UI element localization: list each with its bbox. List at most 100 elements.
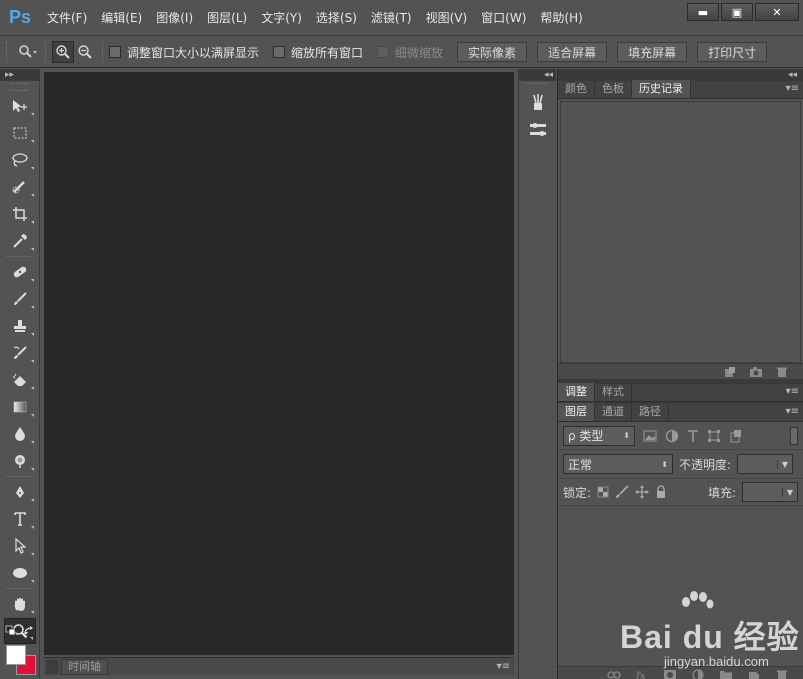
dock-grip[interactable] bbox=[527, 83, 548, 87]
lasso-tool-icon[interactable] bbox=[4, 147, 36, 173]
new-layer-icon[interactable] bbox=[747, 669, 761, 679]
new-adjustment-layer-icon[interactable] bbox=[691, 668, 705, 679]
pen-tool-icon[interactable] bbox=[4, 479, 36, 505]
print-size-button[interactable]: 打印尺寸 bbox=[697, 42, 768, 62]
filter-adjustment-icon[interactable] bbox=[665, 429, 679, 443]
ellipse-tool-icon[interactable] bbox=[4, 560, 36, 586]
filter-shape-icon[interactable] bbox=[707, 429, 721, 443]
path-selection-tool-icon[interactable] bbox=[4, 533, 36, 559]
delete-layer-icon[interactable] bbox=[775, 669, 789, 679]
opacity-field[interactable]: ▼ bbox=[737, 454, 794, 474]
resize-windows-checkbox[interactable]: 调整窗口大小以满屏显示 bbox=[109, 44, 259, 61]
eyedropper-tool-icon[interactable] bbox=[4, 228, 36, 254]
zoom-in-icon[interactable] bbox=[52, 41, 74, 63]
new-document-from-state-icon[interactable] bbox=[723, 366, 737, 378]
tab-channels[interactable]: 通道 bbox=[595, 403, 632, 421]
zoom-tool-preset-icon[interactable] bbox=[17, 41, 39, 63]
tab-history[interactable]: 历史记录 bbox=[632, 80, 691, 98]
menu-image[interactable]: 图像(I) bbox=[149, 0, 200, 36]
add-layer-style-icon[interactable]: fx bbox=[635, 669, 649, 679]
chevron-down-icon[interactable]: ▼ bbox=[781, 487, 793, 497]
new-group-icon[interactable] bbox=[719, 669, 733, 679]
fit-screen-button[interactable]: 适合屏幕 bbox=[537, 42, 608, 62]
tab-adjustments[interactable]: 调整 bbox=[558, 383, 595, 401]
history-brush-tool-icon[interactable] bbox=[4, 340, 36, 366]
crop-tool-icon[interactable] bbox=[4, 201, 36, 227]
lock-all-icon[interactable] bbox=[655, 485, 667, 499]
tab-paths[interactable]: 路径 bbox=[632, 403, 669, 421]
minimize-button[interactable]: ▬ bbox=[687, 3, 719, 21]
filter-smart-object-icon[interactable] bbox=[729, 429, 743, 443]
menu-type[interactable]: 文字(Y) bbox=[254, 0, 309, 36]
menu-edit[interactable]: 编辑(E) bbox=[94, 0, 149, 36]
history-panel-menu-icon[interactable]: ▾≡ bbox=[786, 83, 799, 94]
lock-image-pixels-icon[interactable] bbox=[615, 485, 629, 499]
timeline-tab[interactable]: 时间轴 bbox=[61, 658, 108, 675]
checkbox-box[interactable] bbox=[377, 46, 390, 58]
add-layer-mask-icon[interactable] bbox=[663, 669, 677, 679]
menu-filter[interactable]: 滤镜(T) bbox=[364, 0, 419, 36]
foreground-color-swatch[interactable] bbox=[6, 645, 26, 665]
close-button[interactable]: ✕ bbox=[755, 3, 799, 21]
spot-healing-brush-tool-icon[interactable] bbox=[4, 259, 36, 285]
fill-field[interactable]: ▼ bbox=[742, 482, 798, 502]
brush-presets-icon[interactable] bbox=[521, 89, 555, 115]
gradient-tool-icon[interactable] bbox=[4, 394, 36, 420]
delete-state-icon[interactable] bbox=[775, 366, 789, 378]
blend-mode-select[interactable]: 正常 ⬍ bbox=[563, 454, 673, 474]
filter-type-icon[interactable] bbox=[687, 429, 699, 443]
brush-tool-icon[interactable] bbox=[4, 286, 36, 312]
tab-swatches[interactable]: 色板 bbox=[595, 80, 632, 98]
actual-pixels-button[interactable]: 实际像素 bbox=[457, 42, 528, 62]
type-tool-icon[interactable] bbox=[4, 506, 36, 532]
fill-screen-button[interactable]: 填充屏幕 bbox=[617, 42, 688, 62]
menu-select[interactable]: 选择(S) bbox=[309, 0, 364, 36]
filter-toggle-switch[interactable] bbox=[790, 426, 798, 445]
layer-filter-type-select[interactable]: ρ 类型 ⬍ bbox=[563, 425, 635, 446]
menu-file[interactable]: 文件(F) bbox=[40, 0, 94, 36]
tab-layers[interactable]: 图层 bbox=[558, 403, 595, 421]
checkbox-box[interactable] bbox=[109, 46, 121, 58]
menu-help[interactable]: 帮助(H) bbox=[533, 0, 589, 36]
dodge-tool-icon[interactable] bbox=[4, 448, 36, 474]
layers-list[interactable] bbox=[558, 506, 803, 666]
lock-transparent-pixels-icon[interactable] bbox=[597, 486, 609, 498]
clone-stamp-tool-icon[interactable] bbox=[4, 313, 36, 339]
history-panel-body[interactable] bbox=[560, 101, 801, 363]
blend-mode-row: 正常 ⬍ 不透明度: ▼ bbox=[558, 450, 803, 478]
layers-panel-menu-icon[interactable]: ▾≡ bbox=[786, 406, 799, 417]
adjustments-panel-menu-icon[interactable]: ▾≡ bbox=[786, 386, 799, 397]
menu-view[interactable]: 视图(V) bbox=[419, 0, 475, 36]
toolbar-grip[interactable] bbox=[10, 83, 29, 91]
eraser-tool-icon[interactable] bbox=[4, 367, 36, 393]
fill-label: 填充: bbox=[707, 485, 736, 500]
canvas-area[interactable] bbox=[44, 72, 514, 655]
scrubby-zoom-checkbox[interactable]: 细微缩放 bbox=[377, 44, 443, 61]
timeline-grip[interactable] bbox=[46, 659, 58, 674]
tab-styles[interactable]: 样式 bbox=[595, 383, 632, 401]
options-bar-grip[interactable] bbox=[6, 42, 9, 62]
tool-presets-icon[interactable] bbox=[521, 117, 555, 143]
blur-tool-icon[interactable] bbox=[4, 421, 36, 447]
zoom-out-icon[interactable] bbox=[74, 41, 96, 63]
hand-tool-icon[interactable] bbox=[4, 591, 36, 617]
filter-pixel-icon[interactable] bbox=[643, 430, 657, 442]
link-layers-icon[interactable] bbox=[607, 669, 621, 679]
checkbox-box[interactable] bbox=[273, 46, 286, 58]
zoom-all-windows-checkbox[interactable]: 缩放所有窗口 bbox=[273, 44, 363, 61]
chevron-down-icon[interactable]: ▼ bbox=[776, 459, 788, 469]
maximize-button[interactable]: ▣ bbox=[721, 3, 753, 21]
lock-position-icon[interactable] bbox=[635, 485, 650, 499]
move-tool-icon[interactable] bbox=[4, 93, 36, 119]
menu-layer[interactable]: 图层(L) bbox=[200, 0, 254, 36]
toolbar-expand-icon[interactable]: ▸▸ bbox=[0, 69, 39, 81]
dock-collapse-icon[interactable]: ◂◂ bbox=[519, 69, 556, 81]
swap-colors-icon[interactable] bbox=[23, 625, 35, 637]
default-colors-icon[interactable] bbox=[5, 625, 17, 637]
quick-selection-tool-icon[interactable] bbox=[4, 174, 36, 200]
rectangular-marquee-tool-icon[interactable] bbox=[4, 120, 36, 146]
tab-color[interactable]: 颜色 bbox=[558, 80, 595, 98]
new-snapshot-icon[interactable] bbox=[749, 366, 763, 378]
timeline-panel-menu-icon[interactable]: ▾≡ bbox=[497, 661, 510, 672]
menu-window[interactable]: 窗口(W) bbox=[474, 0, 533, 36]
